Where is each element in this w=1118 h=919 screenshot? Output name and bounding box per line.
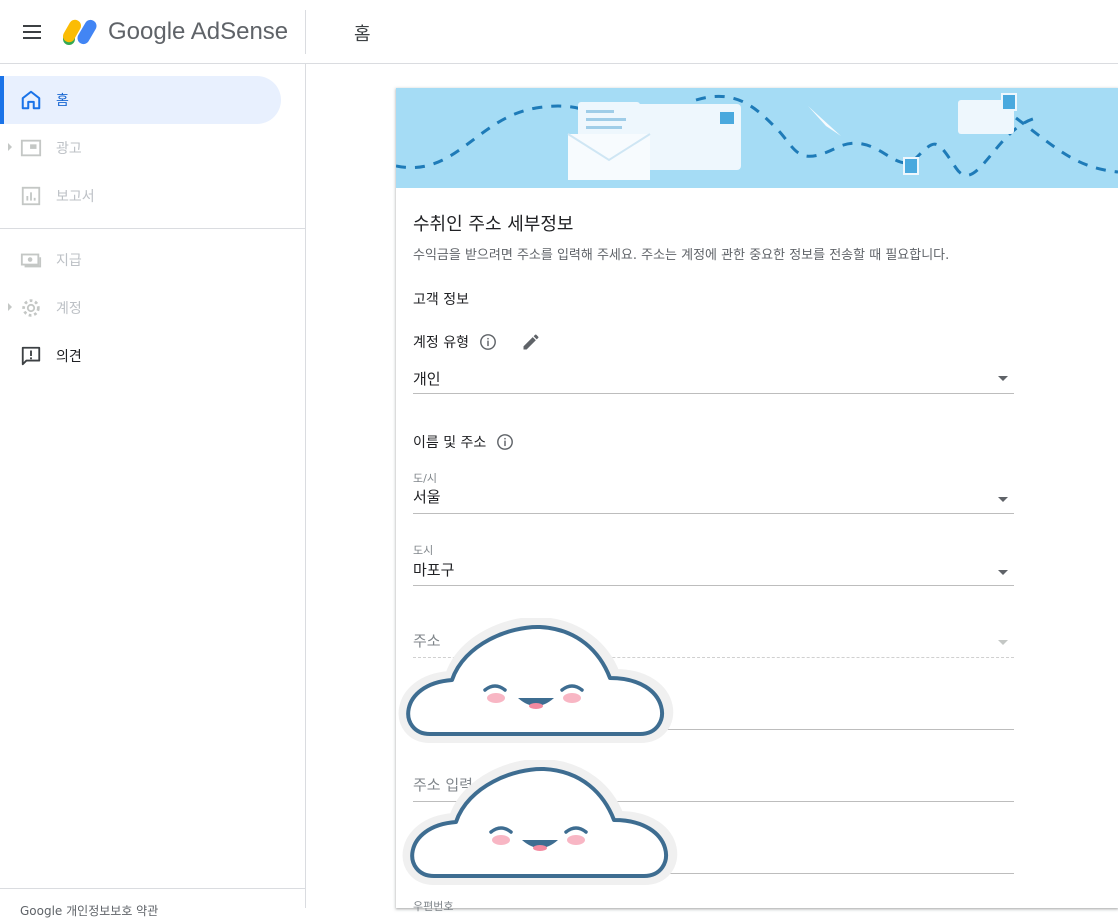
top-app-bar: Google AdSense 홈	[0, 0, 1118, 64]
card-description: 수익금을 받으려면 주소를 입력해 주세요. 주소는 계정에 관한 중요한 정보…	[413, 248, 950, 263]
gear-icon	[22, 299, 40, 317]
ads-icon	[20, 139, 42, 157]
name-address-label: 이름 및 주소	[413, 435, 487, 451]
sidebar-item-reports[interactable]: 보고서	[0, 172, 281, 220]
expand-caret-icon	[8, 143, 12, 151]
sidebar-item-ads[interactable]: 광고	[0, 124, 281, 172]
dropdown-arrow-icon	[998, 570, 1008, 575]
reports-icon	[21, 186, 41, 206]
menu-icon[interactable]	[20, 20, 44, 44]
sidebar-item-label: 홈	[56, 93, 69, 109]
account-type-select[interactable]: 개인	[413, 360, 1014, 394]
account-type-label: 계정 유형	[413, 335, 469, 351]
city-label: 도시	[413, 544, 434, 557]
cloud-sticker-icon	[398, 618, 674, 743]
sidebar-item-label: 지급	[56, 253, 82, 269]
dropdown-arrow-icon	[998, 376, 1008, 381]
feedback-icon	[21, 346, 41, 366]
province-label: 도/시	[413, 472, 437, 485]
page-title: 홈	[354, 24, 371, 45]
dropdown-arrow-icon	[998, 497, 1008, 502]
info-icon[interactable]	[479, 333, 497, 351]
sidebar-item-payments[interactable]: 지급	[0, 236, 281, 284]
city-select[interactable]: 도시 마포구	[413, 540, 1014, 586]
brand-name: Google AdSense	[108, 18, 289, 45]
postal-code-label: 우편번호	[413, 900, 454, 913]
account-type-value: 개인	[413, 370, 441, 388]
active-indicator	[0, 76, 4, 124]
city-value: 마포구	[413, 561, 455, 579]
edit-pencil-icon[interactable]	[521, 332, 541, 352]
sidebar-item-label: 광고	[56, 141, 82, 157]
sidebar-item-home[interactable]: 홈	[0, 76, 281, 124]
payments-icon	[20, 253, 42, 268]
sidebar-item-label: 보고서	[56, 189, 95, 205]
account-type-label-row: 계정 유형	[413, 332, 541, 352]
info-icon[interactable]	[496, 433, 514, 451]
sidebar-footer-divider	[0, 888, 306, 889]
sidebar-item-label: 의견	[56, 349, 82, 365]
cloud-sticker-icon	[402, 760, 678, 885]
expand-caret-icon	[8, 303, 12, 311]
province-select[interactable]: 도/시 서울	[413, 468, 1014, 514]
dropdown-arrow-icon	[998, 640, 1008, 645]
sidebar: 홈 광고 보고서 지급 계정 의견 Google 개인정보보호 약관	[0, 64, 306, 918]
card-title: 수취인 주소 세부정보	[413, 214, 574, 235]
sidebar-item-account[interactable]: 계정	[0, 284, 281, 332]
sidebar-divider	[0, 228, 306, 229]
sidebar-footer-links[interactable]: Google 개인정보보호 약관	[20, 902, 158, 919]
name-address-label-row: 이름 및 주소	[413, 432, 514, 452]
bar-divider	[305, 10, 306, 54]
mail-banner-illustration	[396, 88, 1118, 188]
sidebar-item-label: 계정	[56, 301, 82, 317]
section-title: 고객 정보	[413, 292, 469, 308]
home-icon	[21, 90, 41, 110]
adsense-logo-icon	[63, 19, 97, 45]
sidebar-item-feedback[interactable]: 의견	[0, 332, 281, 380]
province-value: 서울	[413, 488, 441, 506]
